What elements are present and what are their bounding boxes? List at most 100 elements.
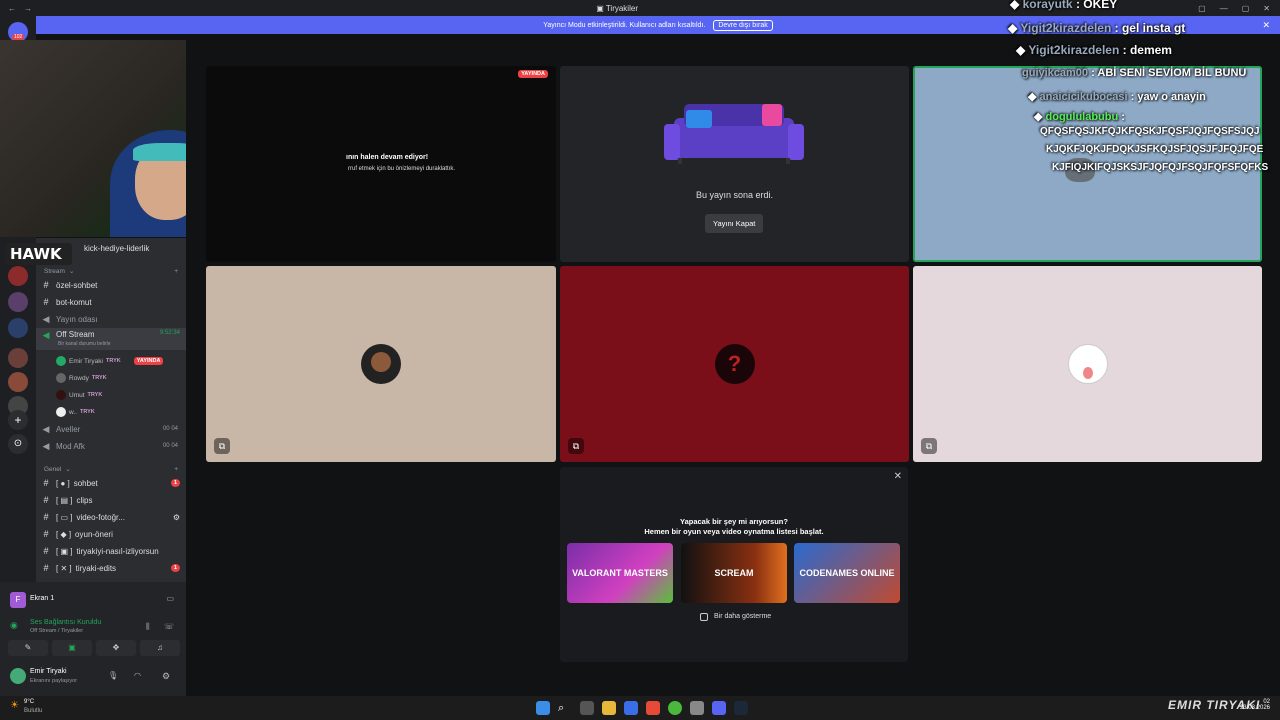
back-icon[interactable]: ←: [8, 4, 16, 13]
hash-icon: #: [43, 280, 49, 290]
forward-icon[interactable]: →: [24, 4, 32, 13]
settings-icon[interactable]: ⚙: [173, 513, 180, 522]
add-channel-icon[interactable]: +: [174, 268, 178, 275]
minimize-icon[interactable]: —: [1220, 4, 1228, 13]
weather-desc[interactable]: Bulutlu: [24, 708, 42, 714]
game-card-scream[interactable]: SCREAM: [681, 543, 787, 603]
signal-icon: ◉: [10, 620, 18, 630]
screen-avatar: F: [10, 592, 26, 608]
user-panel: F Ekran 1 ▭ ◉ Ses Bağlantısı Kuruldu Off…: [0, 582, 186, 696]
channel-bot-komut[interactable]: # bot-komut: [36, 294, 186, 310]
avatar: [1067, 344, 1108, 384]
screen-share-icon[interactable]: ▭: [166, 594, 174, 603]
mic-icon[interactable]: 🎙: [108, 671, 118, 680]
channel-tiryaki-edits[interactable]: #[ ✕ ] tiryaki-edits 1: [36, 560, 186, 576]
nav-arrows: ← →: [0, 4, 36, 13]
screen-label: Ekran 1: [30, 595, 55, 602]
chat-line: ◆ dogululabubu :: [1034, 111, 1125, 123]
participant-tile[interactable]: ⧉: [206, 266, 556, 462]
close-icon[interactable]: ✕: [1263, 4, 1270, 13]
dont-show-checkbox[interactable]: [700, 613, 708, 621]
hash-icon: #: [43, 529, 49, 539]
participant-tile[interactable]: ? ⧉: [560, 266, 909, 462]
settings-icon[interactable]: [690, 701, 704, 715]
weather-temp[interactable]: 9°C: [24, 699, 34, 705]
voice-status[interactable]: Ses Bağlantısı Kuruldu: [30, 619, 101, 626]
stream-tile-paused[interactable]: YAYINDA ının halen devam ediyor! rruf et…: [206, 66, 556, 262]
close-stream-button[interactable]: Yayını Kapat: [705, 214, 764, 233]
screen-share-icon: ⧉: [214, 438, 230, 454]
channel-oyun-oneri[interactable]: #[ ◆ ] oyun-öneri: [36, 526, 186, 542]
server-icon[interactable]: [8, 372, 28, 392]
voice-user[interactable]: w.. TRYK: [56, 407, 95, 417]
voice-channel-aveller[interactable]: ◀ Aveller 00 04: [36, 421, 186, 437]
voice-user[interactable]: Umut TRYK: [56, 390, 102, 400]
voice-user[interactable]: Emir Tiryaki TRYK YAYINDA: [56, 356, 164, 366]
obs-icon[interactable]: [646, 701, 660, 715]
avatar: [56, 390, 66, 400]
clock[interactable]: 02 23.03.2026: [1240, 699, 1270, 711]
discord-icon[interactable]: [712, 701, 726, 715]
activities-button[interactable]: ✥: [96, 640, 136, 656]
activity-title: Yapacak bir şey mi arıyorsun?: [680, 517, 788, 526]
window-controls: ▢ — ▢ ✕: [1198, 4, 1280, 13]
hawk-logo: HAWK: [6, 243, 72, 265]
voice-channel-mod-afk[interactable]: ◀ Mod Afk 00 04: [36, 438, 186, 454]
channel-video-fotograf[interactable]: #[ ▭ ] video-fotoğr... ⚙: [36, 509, 186, 525]
voice-user[interactable]: Rowdy TRYK: [56, 373, 107, 383]
chrome-icon[interactable]: [668, 701, 682, 715]
soundboard-button[interactable]: ♫: [140, 640, 180, 656]
channel-status[interactable]: Bir kanal durumu belirle: [58, 341, 111, 347]
maximize-icon[interactable]: ▢: [1242, 4, 1250, 13]
server-icon[interactable]: [8, 292, 28, 312]
disconnect-icon[interactable]: ☏: [164, 622, 174, 631]
start-icon[interactable]: [536, 701, 550, 715]
taskbar: ☀ 9°C Bulutlu ⌕ EMIR TIRYAKI 02 23.03.202…: [0, 696, 1280, 720]
hash-icon: #: [43, 512, 49, 522]
unread-badge: 1: [170, 479, 180, 487]
search-icon[interactable]: ⌕: [558, 701, 572, 715]
add-channel-icon[interactable]: +: [174, 466, 178, 473]
noise-suppression-icon[interactable]: ⫼: [146, 622, 150, 632]
unread-badge: 1: [170, 564, 180, 572]
restore-icon[interactable]: ▢: [1198, 4, 1206, 13]
server-icon[interactable]: [8, 318, 28, 338]
channel-sidebar: kick-hediye-liderlik Stream ⌄ + # özel-sohb…: [36, 238, 186, 582]
headphone-icon[interactable]: ◠: [134, 671, 141, 680]
voice-channel-yayin-odasi[interactable]: ◀ Yayın odası: [36, 311, 186, 327]
user-settings-icon[interactable]: ⚙: [162, 671, 170, 682]
task-view-icon[interactable]: [580, 701, 594, 715]
dont-show-label: Bir daha gösterme: [714, 613, 772, 620]
participant-tile[interactable]: ⧉: [913, 266, 1262, 462]
game-card-valorant[interactable]: VALORANT MASTERS: [567, 543, 673, 603]
steam-icon[interactable]: [734, 701, 748, 715]
channel-sohbet[interactable]: #[ ● ] sohbet 1: [36, 475, 186, 491]
close-icon[interactable]: ✕: [894, 471, 902, 482]
couch-illustration: [664, 104, 804, 164]
file-explorer-icon[interactable]: [602, 701, 616, 715]
add-server-icon[interactable]: +: [8, 410, 28, 430]
server-icon[interactable]: [8, 348, 28, 368]
stream-tile-ended[interactable]: Bu yayın sona erdi. Yayını Kapat: [560, 66, 909, 262]
camera-button[interactable]: ✎: [8, 640, 48, 656]
channel-clips[interactable]: #[ ▤ ] clips: [36, 492, 186, 508]
game-card-codenames[interactable]: CODENAMES ONLINE: [794, 543, 900, 603]
voice-channel-info[interactable]: Off Stream / Tiryakiler: [30, 628, 83, 634]
discover-icon[interactable]: ⊙: [8, 434, 28, 454]
screen-share-icon: ⧉: [921, 438, 937, 454]
voice-channel-off-stream[interactable]: ◀ Off Stream 9:52:34 Bir kanal durumu be…: [36, 328, 186, 350]
hash-icon: #: [43, 297, 49, 307]
channel-ozel-sohbet[interactable]: # özel-sohbet: [36, 277, 186, 293]
avatar[interactable]: [10, 668, 26, 684]
server-icon[interactable]: [8, 266, 28, 286]
avatar: ?: [714, 344, 755, 384]
username[interactable]: Emir Tiryaki: [30, 668, 67, 675]
disable-streamer-mode-button[interactable]: Devre dışı bırak: [713, 19, 773, 31]
activity-suggestion-panel: ✕ Yapacak bir şey mi arıyorsun? Hemen bi…: [560, 467, 908, 662]
banner-close-icon[interactable]: ✕: [1262, 20, 1270, 31]
screen-share-button[interactable]: ▣: [52, 640, 92, 656]
weather-icon[interactable]: ☀: [10, 700, 19, 711]
app-icon[interactable]: [624, 701, 638, 715]
taskbar-apps: ⌕: [532, 701, 752, 715]
channel-tiryakiyi-nasil[interactable]: #[ ▣ ] tiryakiyi-nasıl-izliyorsun: [36, 543, 186, 559]
